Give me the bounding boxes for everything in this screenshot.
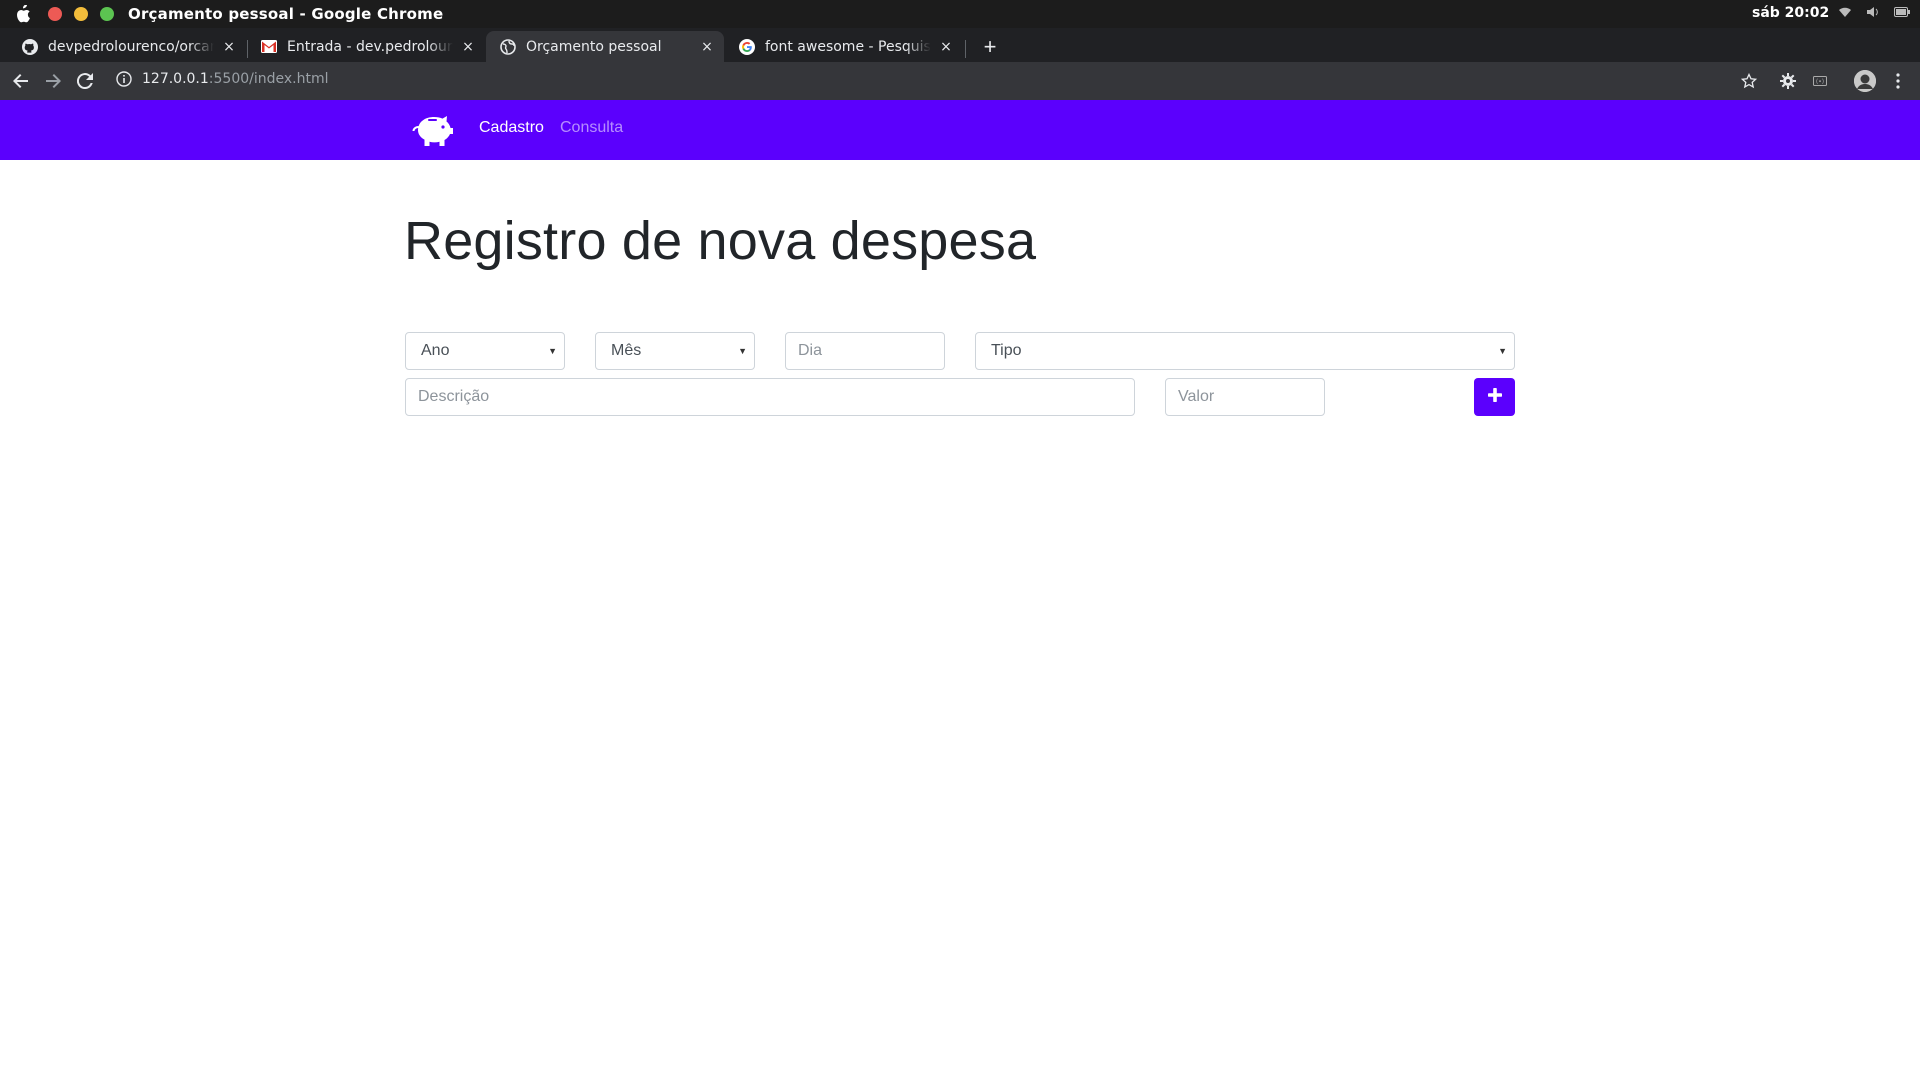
- tab-close-icon[interactable]: ×: [220, 39, 238, 55]
- tab-label: font awesome - Pesquisa Google: [765, 38, 931, 55]
- mes-select-value: Mês: [611, 342, 642, 359]
- forward-icon[interactable]: [42, 70, 64, 92]
- volume-icon[interactable]: [1866, 6, 1880, 21]
- url-host: 127.0.0.1: [142, 71, 209, 87]
- back-icon[interactable]: [10, 70, 32, 92]
- tab-google-search[interactable]: font awesome - Pesquisa Google ×: [725, 31, 963, 62]
- menu-kebab-icon[interactable]: [1887, 70, 1909, 92]
- descricao-placeholder: Descrição: [418, 388, 490, 405]
- chevron-down-icon: ▼: [548, 346, 557, 356]
- wifi-icon[interactable]: [1838, 6, 1852, 21]
- web-page: Cadastro Consulta Registro de nova despe…: [0, 100, 1920, 1080]
- mes-select[interactable]: Mês ▼: [595, 332, 755, 370]
- plus-icon: [1487, 387, 1502, 407]
- tab-label: Entrada - dev.pedrolourenco: [287, 38, 453, 55]
- tab-close-icon[interactable]: ×: [459, 39, 477, 55]
- tipo-select-value: Tipo: [991, 342, 1022, 359]
- os-top-bar: Orçamento pessoal - Google Chrome sáb 20…: [0, 0, 1920, 28]
- tab-separator: [965, 40, 966, 58]
- dia-placeholder: Dia: [798, 342, 823, 359]
- chevron-down-icon: ▼: [738, 346, 747, 356]
- tab-strip: devpedrolourenco/orcamento × Entrada - d…: [0, 28, 1920, 62]
- tipo-select[interactable]: Tipo ▼: [975, 332, 1515, 370]
- window-title: Orçamento pessoal - Google Chrome: [128, 5, 444, 23]
- new-tab-button[interactable]: +: [976, 33, 1004, 61]
- app-navbar: Cadastro Consulta: [0, 100, 1920, 160]
- window-maximize-button[interactable]: [100, 7, 114, 21]
- extension-gear-icon[interactable]: [1777, 70, 1799, 92]
- tab-label: Orçamento pessoal: [526, 38, 662, 55]
- piggy-bank-icon[interactable]: [410, 110, 454, 150]
- descricao-input[interactable]: Descrição: [405, 378, 1135, 416]
- apple-icon[interactable]: [12, 3, 34, 25]
- battery-icon[interactable]: [1894, 7, 1910, 20]
- google-icon: [739, 38, 755, 55]
- dia-input[interactable]: Dia: [785, 332, 945, 370]
- tab-gmail[interactable]: Entrada - dev.pedrolourenco ×: [247, 31, 485, 62]
- nav-link-consulta[interactable]: Consulta: [560, 119, 623, 137]
- tab-close-icon[interactable]: ×: [698, 39, 716, 55]
- window-minimize-button[interactable]: [74, 7, 88, 21]
- url-path: :5500/index.html: [208, 71, 329, 87]
- chevron-down-icon: ▼: [1498, 346, 1507, 356]
- page-title: Registro de nova despesa: [404, 211, 1037, 271]
- reload-icon[interactable]: [74, 70, 96, 92]
- gmail-icon: [261, 39, 277, 55]
- valor-input[interactable]: Valor: [1165, 378, 1325, 416]
- tab-orcamento[interactable]: Orçamento pessoal ×: [486, 31, 724, 62]
- tab-close-icon[interactable]: ×: [937, 39, 955, 55]
- tab-github[interactable]: devpedrolourenco/orcamento ×: [8, 31, 246, 62]
- browser-toolbar: 127.0.0.1:5500/index.html (•): [0, 62, 1920, 100]
- ano-select[interactable]: Ano ▼: [405, 332, 565, 370]
- globe-icon: [500, 38, 516, 55]
- nav-link-cadastro[interactable]: Cadastro: [479, 119, 544, 137]
- svg-text:(•): (•): [1816, 79, 1824, 86]
- ano-select-value: Ano: [421, 342, 450, 359]
- system-tray: [1838, 6, 1910, 21]
- bookmark-star-icon[interactable]: [1738, 70, 1760, 92]
- extension-icon[interactable]: (•): [1809, 70, 1831, 92]
- clock[interactable]: sáb 20:02: [1752, 5, 1829, 21]
- site-info-icon[interactable]: [116, 71, 132, 87]
- valor-placeholder: Valor: [1178, 388, 1215, 405]
- tab-label: devpedrolourenco/orcamento: [48, 38, 214, 55]
- github-icon: [22, 38, 38, 55]
- address-bar[interactable]: 127.0.0.1:5500/index.html: [116, 71, 329, 87]
- add-expense-button[interactable]: [1474, 378, 1515, 416]
- window-close-button[interactable]: [48, 7, 62, 21]
- profile-avatar-icon[interactable]: [1854, 70, 1876, 92]
